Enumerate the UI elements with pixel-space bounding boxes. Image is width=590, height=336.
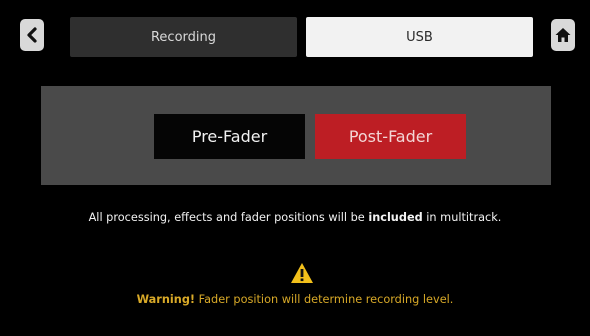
home-icon (555, 28, 571, 42)
tap-point-panel: Pre-Fader Post-Fader (41, 86, 551, 185)
post-fader-button[interactable]: Post-Fader (315, 114, 466, 159)
warning-triangle-icon (291, 263, 313, 283)
info-emphasis: included (368, 211, 423, 224)
home-button[interactable] (551, 19, 575, 51)
post-fader-label: Post-Fader (348, 127, 433, 146)
tab-recording[interactable]: Recording (70, 17, 297, 57)
tab-usb[interactable]: USB (306, 17, 533, 57)
warning-prefix: Warning! (136, 293, 196, 306)
back-button[interactable] (20, 19, 44, 51)
info-suffix: in multitrack. (426, 211, 502, 224)
info-prefix: All processing, effects and fader positi… (88, 211, 365, 224)
tab-usb-label: USB (406, 29, 433, 45)
pre-fader-button[interactable]: Pre-Fader (154, 114, 305, 159)
tab-recording-label: Recording (150, 29, 217, 45)
warning-body: Fader position will determine recording … (198, 293, 454, 306)
warning-message: Warning! Fader position will determine r… (0, 293, 590, 306)
info-message: All processing, effects and fader positi… (0, 211, 590, 224)
pre-fader-label: Pre-Fader (191, 127, 268, 146)
chevron-left-icon (27, 27, 37, 43)
